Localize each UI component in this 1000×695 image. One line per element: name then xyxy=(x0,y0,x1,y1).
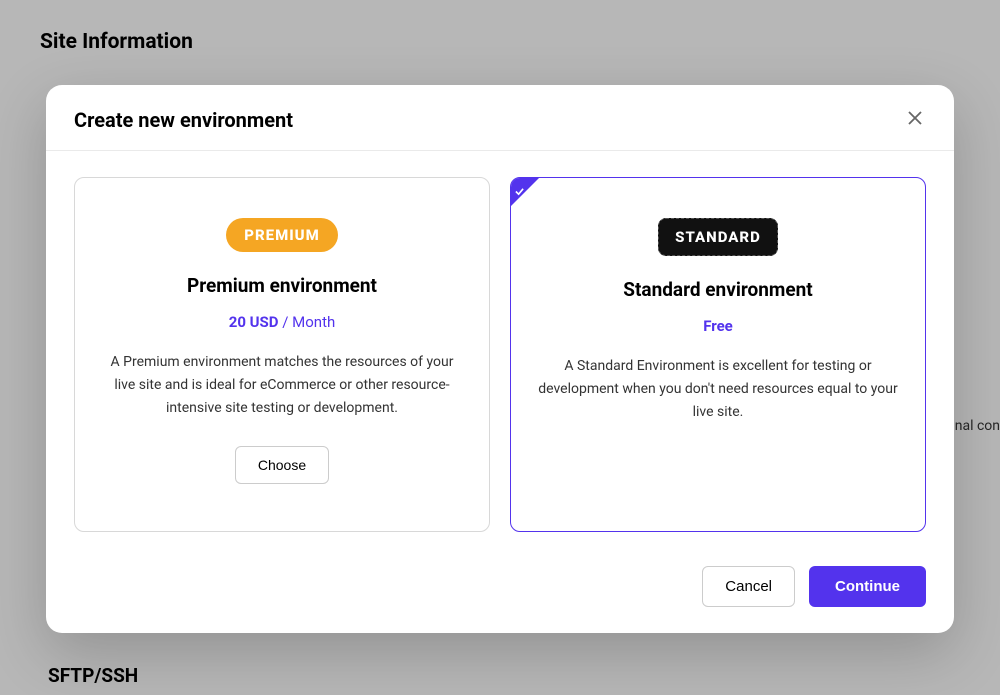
modal-footer: Cancel Continue xyxy=(46,552,954,633)
choose-premium-button[interactable]: Choose xyxy=(235,446,329,484)
close-icon xyxy=(908,111,922,128)
modal-body: PREMIUM Premium environment 20 USD / Mon… xyxy=(46,151,954,552)
modal-header: Create new environment xyxy=(46,85,954,151)
premium-description: A Premium environment matches the resour… xyxy=(101,351,463,420)
premium-price: 20 USD / Month xyxy=(101,313,463,331)
create-environment-modal: Create new environment PREMIUM Premium e… xyxy=(46,85,954,633)
check-icon xyxy=(515,181,524,200)
standard-description: A Standard Environment is excellent for … xyxy=(537,355,899,424)
premium-price-value: 20 USD xyxy=(229,313,279,331)
premium-badge: PREMIUM xyxy=(226,218,338,252)
modal-title: Create new environment xyxy=(74,108,293,132)
premium-card-title: Premium environment xyxy=(101,274,463,297)
close-button[interactable] xyxy=(904,107,926,132)
cancel-button[interactable]: Cancel xyxy=(702,566,795,607)
standard-price: Free xyxy=(537,317,899,335)
continue-button[interactable]: Continue xyxy=(809,566,926,607)
option-card-standard[interactable]: STANDARD Standard environment Free A Sta… xyxy=(510,177,926,532)
standard-card-title: Standard environment xyxy=(537,278,899,301)
standard-badge: STANDARD xyxy=(658,218,778,256)
option-card-premium[interactable]: PREMIUM Premium environment 20 USD / Mon… xyxy=(74,177,490,532)
premium-price-suffix: / Month xyxy=(279,313,336,331)
